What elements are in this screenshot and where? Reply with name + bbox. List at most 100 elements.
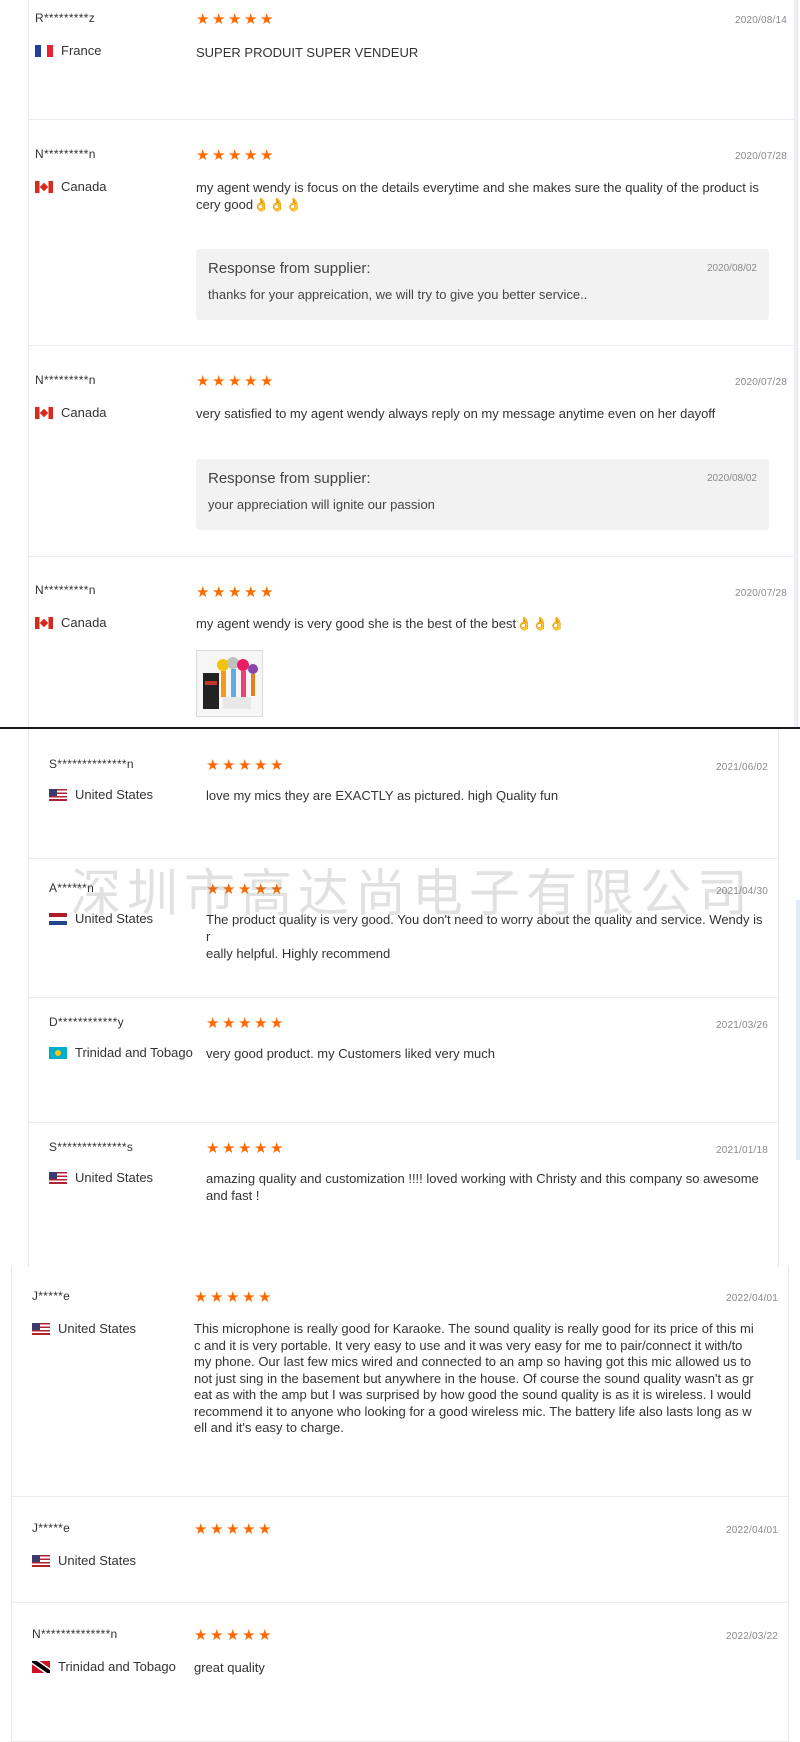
star-icon: ★ xyxy=(226,1521,240,1538)
reviews-panel-2020: R*********z France ★ ★ ★ ★ ★ 2020/08/14 SUPE… xyxy=(28,0,798,727)
star-rating: ★ ★ ★ ★ ★ xyxy=(196,373,274,390)
country-label: France xyxy=(61,43,102,58)
review-text: very good product. my Customers liked ve… xyxy=(206,1046,495,1061)
review-item: N*********n Canada ★ ★ ★ ★ ★ 2020/07/28 my a… xyxy=(29,557,797,727)
canada-flag-icon xyxy=(35,180,53,193)
reviewer-country: United States xyxy=(32,1321,136,1336)
review-text: great quality xyxy=(194,1660,265,1675)
reviewer-name: N*********n xyxy=(35,147,96,161)
star-icon: ★ xyxy=(206,1015,220,1032)
star-icon: ★ xyxy=(242,1627,256,1644)
reviewer-country: Trinidad and Tobago xyxy=(32,1659,176,1674)
reviewer-name: R*********z xyxy=(35,11,95,25)
response-date: 2020/08/02 xyxy=(706,473,757,484)
supplier-response: Response from supplier: 2020/08/02 thank… xyxy=(196,249,769,320)
star-icon: ★ xyxy=(270,757,284,774)
star-icon: ★ xyxy=(196,147,210,164)
star-icon: ★ xyxy=(270,1015,284,1032)
star-icon: ★ xyxy=(260,147,274,164)
star-icon: ★ xyxy=(244,584,258,601)
reviewer-country: United States xyxy=(49,1170,153,1185)
star-icon: ★ xyxy=(210,1521,224,1538)
star-icon: ★ xyxy=(244,11,258,28)
canada-flag-icon xyxy=(35,616,53,629)
review-item: N*********n Canada ★ ★ ★ ★ ★ 2020/07/28 my a… xyxy=(29,120,797,346)
reviewer-name: N**************n xyxy=(32,1627,118,1641)
reviewer-country: France xyxy=(35,43,101,58)
star-icon: ★ xyxy=(254,1015,268,1032)
review-date: 2022/04/01 xyxy=(725,1293,778,1304)
review-date: 2022/03/22 xyxy=(725,1631,778,1642)
star-icon: ★ xyxy=(228,147,242,164)
star-rating: ★ ★ ★ ★ ★ xyxy=(196,11,274,28)
country-label: Canada xyxy=(61,405,107,420)
response-title: Response from supplier: xyxy=(208,260,371,277)
reviewer-name: J*****e xyxy=(32,1289,71,1303)
us-flag-icon xyxy=(32,1322,50,1335)
star-rating: ★ ★ ★ ★ ★ xyxy=(196,147,274,164)
star-icon: ★ xyxy=(258,1521,272,1538)
country-label: Trinidad and Tobago xyxy=(58,1659,176,1674)
review-photo-thumbnail[interactable] xyxy=(196,650,263,717)
reviewer-name: N*********n xyxy=(35,373,96,387)
reviewer-country: United States xyxy=(49,787,153,802)
star-icon: ★ xyxy=(254,757,268,774)
star-icon: ★ xyxy=(194,1289,208,1306)
star-icon: ★ xyxy=(244,147,258,164)
response-date: 2020/08/02 xyxy=(706,263,757,274)
review-date: 2022/04/01 xyxy=(725,1525,778,1536)
reviewer-name: D************y xyxy=(49,1015,124,1029)
country-label: Canada xyxy=(61,179,107,194)
star-icon: ★ xyxy=(260,11,274,28)
review-date: 2021/03/26 xyxy=(715,1020,768,1031)
country-label: United States xyxy=(75,911,154,926)
star-icon: ★ xyxy=(222,1015,236,1032)
star-icon: ★ xyxy=(194,1521,208,1538)
review-text: my agent wendy is focus on the details e… xyxy=(196,180,759,212)
star-icon: ★ xyxy=(210,1289,224,1306)
star-icon: ★ xyxy=(212,147,226,164)
star-icon: ★ xyxy=(260,373,274,390)
star-icon: ★ xyxy=(228,11,242,28)
star-icon: ★ xyxy=(238,1140,252,1157)
reviewer-country: Canada xyxy=(35,179,107,194)
star-icon: ★ xyxy=(196,373,210,390)
star-icon: ★ xyxy=(194,1627,208,1644)
star-icon: ★ xyxy=(258,1289,272,1306)
microphones-photo-icon xyxy=(197,651,262,716)
star-icon: ★ xyxy=(228,373,242,390)
reviewer-country: Canada xyxy=(35,405,107,420)
star-icon: ★ xyxy=(210,1627,224,1644)
france-flag-icon xyxy=(35,44,53,57)
star-icon: ★ xyxy=(238,757,252,774)
country-label: United States xyxy=(75,1170,154,1185)
response-text: thanks for your appreication, we will tr… xyxy=(208,287,588,302)
reviewer-country: United States xyxy=(49,911,153,926)
country-label: United States xyxy=(58,1553,137,1568)
star-rating: ★ ★ ★ ★ ★ xyxy=(206,882,284,897)
star-icon: ★ xyxy=(212,373,226,390)
review-text: love my mics they are EXACTLY as picture… xyxy=(206,788,559,803)
star-icon: ★ xyxy=(226,1289,240,1306)
review-date: 2020/07/28 xyxy=(734,151,787,162)
canada-flag-icon xyxy=(35,406,53,419)
country-label: United States xyxy=(75,787,154,802)
star-icon: ★ xyxy=(228,584,242,601)
supplier-response: Response from supplier: 2020/08/02 your … xyxy=(196,459,769,530)
review-date: 2020/07/28 xyxy=(734,377,787,388)
us-flag-icon xyxy=(49,788,67,801)
star-icon: ★ xyxy=(212,584,226,601)
country-label: Canada xyxy=(61,615,107,630)
response-title: Response from supplier: xyxy=(208,470,371,487)
reviews-panel-2021: S**************n United States ★ ★ ★ ★ ★ 202… xyxy=(28,729,779,1267)
review-item: S**************n United States ★ ★ ★ ★ ★ 202… xyxy=(29,729,778,859)
reviewer-name: N*********n xyxy=(35,583,96,597)
country-label: United States xyxy=(58,1321,137,1336)
reviewer-name: A******n xyxy=(49,881,95,895)
reviewer-name: S**************s xyxy=(49,1140,134,1154)
star-icon: ★ xyxy=(196,584,210,601)
review-text: SUPER PRODUIT SUPER VENDEUR xyxy=(196,45,419,60)
star-icon: ★ xyxy=(270,1140,284,1157)
star-rating: ★ ★ ★ ★ ★ xyxy=(206,1140,284,1157)
star-icon: ★ xyxy=(238,1015,252,1032)
